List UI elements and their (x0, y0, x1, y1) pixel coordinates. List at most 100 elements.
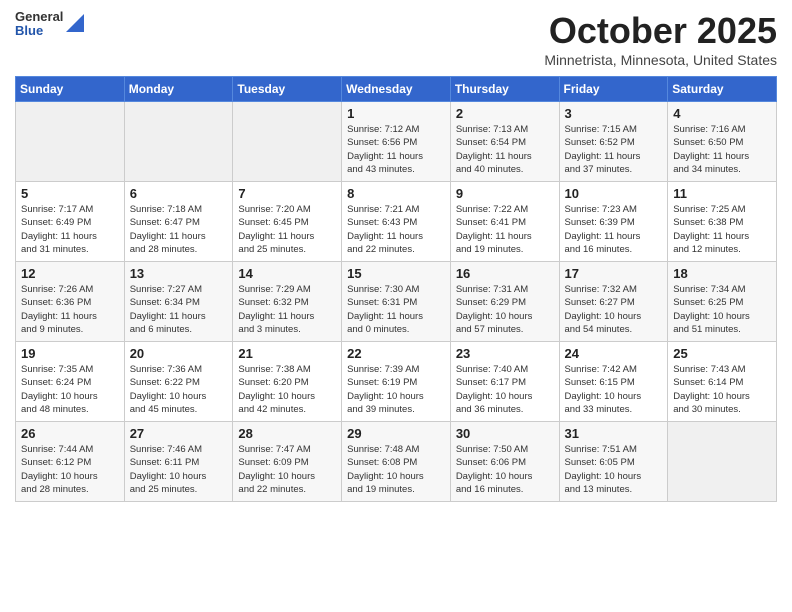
day-number: 7 (238, 186, 336, 201)
day-number: 24 (565, 346, 663, 361)
day-number: 3 (565, 106, 663, 121)
calendar-cell: 26 Sunrise: 7:44 AM Sunset: 6:12 PM Dayli… (16, 422, 125, 502)
day-info: Sunrise: 7:15 AM Sunset: 6:52 PM Dayligh… (565, 123, 663, 176)
day-info: Sunrise: 7:32 AM Sunset: 6:27 PM Dayligh… (565, 283, 663, 336)
calendar-cell: 4 Sunrise: 7:16 AM Sunset: 6:50 PM Daylig… (668, 102, 777, 182)
day-number: 15 (347, 266, 445, 281)
week-row-4: 26 Sunrise: 7:44 AM Sunset: 6:12 PM Dayli… (16, 422, 777, 502)
calendar-cell: 11 Sunrise: 7:25 AM Sunset: 6:38 PM Dayli… (668, 182, 777, 262)
day-info: Sunrise: 7:26 AM Sunset: 6:36 PM Dayligh… (21, 283, 119, 336)
day-number: 27 (130, 426, 228, 441)
calendar-cell: 16 Sunrise: 7:31 AM Sunset: 6:29 PM Dayli… (450, 262, 559, 342)
day-number: 31 (565, 426, 663, 441)
day-info: Sunrise: 7:30 AM Sunset: 6:31 PM Dayligh… (347, 283, 445, 336)
calendar-cell: 10 Sunrise: 7:23 AM Sunset: 6:39 PM Dayli… (559, 182, 668, 262)
day-info: Sunrise: 7:42 AM Sunset: 6:15 PM Dayligh… (565, 363, 663, 416)
day-number: 20 (130, 346, 228, 361)
calendar-cell: 27 Sunrise: 7:46 AM Sunset: 6:11 PM Dayli… (124, 422, 233, 502)
calendar-cell: 19 Sunrise: 7:35 AM Sunset: 6:24 PM Dayli… (16, 342, 125, 422)
day-number: 25 (673, 346, 771, 361)
day-info: Sunrise: 7:22 AM Sunset: 6:41 PM Dayligh… (456, 203, 554, 256)
logo: General Blue (15, 10, 84, 39)
week-row-2: 12 Sunrise: 7:26 AM Sunset: 6:36 PM Dayli… (16, 262, 777, 342)
header-row: SundayMondayTuesdayWednesdayThursdayFrid… (16, 77, 777, 102)
day-number: 21 (238, 346, 336, 361)
calendar-cell: 30 Sunrise: 7:50 AM Sunset: 6:06 PM Dayli… (450, 422, 559, 502)
day-info: Sunrise: 7:46 AM Sunset: 6:11 PM Dayligh… (130, 443, 228, 496)
header-day-wednesday: Wednesday (342, 77, 451, 102)
header-day-monday: Monday (124, 77, 233, 102)
calendar-cell (233, 102, 342, 182)
calendar-cell (124, 102, 233, 182)
week-row-0: 1Sunrise: 7:12 AM Sunset: 6:56 PM Daylig… (16, 102, 777, 182)
calendar-cell: 15 Sunrise: 7:30 AM Sunset: 6:31 PM Dayli… (342, 262, 451, 342)
day-info: Sunrise: 7:51 AM Sunset: 6:05 PM Dayligh… (565, 443, 663, 496)
calendar-cell: 18 Sunrise: 7:34 AM Sunset: 6:25 PM Dayli… (668, 262, 777, 342)
calendar-cell: 13Sunrise: 7:27 AM Sunset: 6:34 PM Dayli… (124, 262, 233, 342)
day-info: Sunrise: 7:12 AM Sunset: 6:56 PM Dayligh… (347, 123, 445, 176)
calendar-cell: 17 Sunrise: 7:32 AM Sunset: 6:27 PM Dayli… (559, 262, 668, 342)
day-number: 29 (347, 426, 445, 441)
header-day-tuesday: Tuesday (233, 77, 342, 102)
month-title: October 2025 (544, 10, 777, 52)
calendar-cell: 1Sunrise: 7:12 AM Sunset: 6:56 PM Daylig… (342, 102, 451, 182)
day-number: 14 (238, 266, 336, 281)
day-number: 12 (21, 266, 119, 281)
calendar-cell: 31 Sunrise: 7:51 AM Sunset: 6:05 PM Dayli… (559, 422, 668, 502)
day-number: 11 (673, 186, 771, 201)
calendar-cell: 23 Sunrise: 7:40 AM Sunset: 6:17 PM Dayli… (450, 342, 559, 422)
day-number: 22 (347, 346, 445, 361)
day-number: 4 (673, 106, 771, 121)
calendar-cell: 2Sunrise: 7:13 AM Sunset: 6:54 PM Daylig… (450, 102, 559, 182)
calendar-cell: 22 Sunrise: 7:39 AM Sunset: 6:19 PM Dayli… (342, 342, 451, 422)
day-number: 16 (456, 266, 554, 281)
day-info: Sunrise: 7:13 AM Sunset: 6:54 PM Dayligh… (456, 123, 554, 176)
calendar-cell (668, 422, 777, 502)
calendar-cell: 14 Sunrise: 7:29 AM Sunset: 6:32 PM Dayli… (233, 262, 342, 342)
calendar-cell: 21 Sunrise: 7:38 AM Sunset: 6:20 PM Dayli… (233, 342, 342, 422)
day-number: 10 (565, 186, 663, 201)
day-number: 23 (456, 346, 554, 361)
day-info: Sunrise: 7:36 AM Sunset: 6:22 PM Dayligh… (130, 363, 228, 416)
calendar-cell: 8Sunrise: 7:21 AM Sunset: 6:43 PM Daylig… (342, 182, 451, 262)
day-info: Sunrise: 7:16 AM Sunset: 6:50 PM Dayligh… (673, 123, 771, 176)
day-number: 18 (673, 266, 771, 281)
calendar-table: SundayMondayTuesdayWednesdayThursdayFrid… (15, 76, 777, 502)
day-number: 13 (130, 266, 228, 281)
calendar-cell: 6Sunrise: 7:18 AM Sunset: 6:47 PM Daylig… (124, 182, 233, 262)
day-info: Sunrise: 7:39 AM Sunset: 6:19 PM Dayligh… (347, 363, 445, 416)
day-number: 30 (456, 426, 554, 441)
week-row-3: 19 Sunrise: 7:35 AM Sunset: 6:24 PM Dayli… (16, 342, 777, 422)
calendar-cell: 5Sunrise: 7:17 AM Sunset: 6:49 PM Daylig… (16, 182, 125, 262)
day-info: Sunrise: 7:25 AM Sunset: 6:38 PM Dayligh… (673, 203, 771, 256)
day-number: 17 (565, 266, 663, 281)
header-day-saturday: Saturday (668, 77, 777, 102)
day-info: Sunrise: 7:44 AM Sunset: 6:12 PM Dayligh… (21, 443, 119, 496)
calendar-cell: 24 Sunrise: 7:42 AM Sunset: 6:15 PM Dayli… (559, 342, 668, 422)
day-info: Sunrise: 7:29 AM Sunset: 6:32 PM Dayligh… (238, 283, 336, 336)
day-info: Sunrise: 7:50 AM Sunset: 6:06 PM Dayligh… (456, 443, 554, 496)
day-number: 26 (21, 426, 119, 441)
calendar-cell: 28 Sunrise: 7:47 AM Sunset: 6:09 PM Dayli… (233, 422, 342, 502)
week-row-1: 5Sunrise: 7:17 AM Sunset: 6:49 PM Daylig… (16, 182, 777, 262)
day-info: Sunrise: 7:31 AM Sunset: 6:29 PM Dayligh… (456, 283, 554, 336)
day-number: 19 (21, 346, 119, 361)
day-info: Sunrise: 7:40 AM Sunset: 6:17 PM Dayligh… (456, 363, 554, 416)
day-info: Sunrise: 7:20 AM Sunset: 6:45 PM Dayligh… (238, 203, 336, 256)
day-number: 5 (21, 186, 119, 201)
calendar-cell: 3 Sunrise: 7:15 AM Sunset: 6:52 PM Daylig… (559, 102, 668, 182)
day-number: 8 (347, 186, 445, 201)
day-number: 9 (456, 186, 554, 201)
header-day-friday: Friday (559, 77, 668, 102)
header: General Blue October 2025 Minnetrista, M… (15, 10, 777, 68)
day-info: Sunrise: 7:23 AM Sunset: 6:39 PM Dayligh… (565, 203, 663, 256)
logo-general: General (15, 10, 63, 24)
day-info: Sunrise: 7:35 AM Sunset: 6:24 PM Dayligh… (21, 363, 119, 416)
day-info: Sunrise: 7:34 AM Sunset: 6:25 PM Dayligh… (673, 283, 771, 336)
logo-blue: Blue (15, 24, 63, 38)
day-info: Sunrise: 7:38 AM Sunset: 6:20 PM Dayligh… (238, 363, 336, 416)
calendar-cell: 20 Sunrise: 7:36 AM Sunset: 6:22 PM Dayli… (124, 342, 233, 422)
header-day-sunday: Sunday (16, 77, 125, 102)
day-info: Sunrise: 7:47 AM Sunset: 6:09 PM Dayligh… (238, 443, 336, 496)
day-number: 28 (238, 426, 336, 441)
